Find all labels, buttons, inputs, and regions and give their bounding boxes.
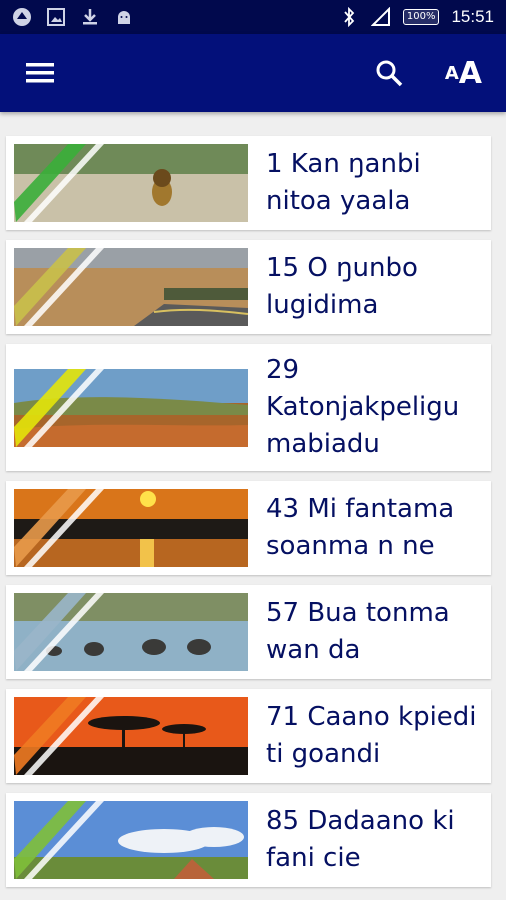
status-bar: 100% 15:51 xyxy=(0,0,506,34)
thumbnail-hills xyxy=(14,368,248,447)
item-title: 1 Kan ŋanbi nitoa yaala xyxy=(266,149,421,216)
signal-icon xyxy=(370,7,391,27)
list-item[interactable]: 57 Bua tonma wan da xyxy=(6,585,491,679)
list-item[interactable]: 43 Mi fantama soanma n ne xyxy=(6,481,491,575)
image-icon xyxy=(46,7,66,27)
item-title: 85 Dadaano ki fani cie xyxy=(266,806,455,873)
thumbnail-acacia-sunset xyxy=(14,697,248,775)
item-title: 71 Caano kpiedi ti goandi xyxy=(266,702,477,769)
app-bar: AA xyxy=(0,34,506,112)
thumbnail-sunset-river xyxy=(14,489,248,567)
font-size-big-label: A xyxy=(458,55,482,91)
list-item[interactable]: 85 Dadaano ki fani cie xyxy=(6,793,491,887)
list-item[interactable]: 71 Caano kpiedi ti goandi xyxy=(6,689,491,783)
hamburger-menu-icon[interactable] xyxy=(24,57,56,89)
font-size-small-label: A xyxy=(444,62,459,84)
list-item[interactable]: 15 O ŋunbo lugidima xyxy=(6,240,491,334)
item-title: 29 Katonjakpeligu mabiadu xyxy=(266,355,460,459)
search-icon[interactable] xyxy=(375,59,403,87)
download-icon xyxy=(80,7,100,27)
app-icon xyxy=(12,7,32,27)
list-item[interactable]: 1 Kan ŋanbi nitoa yaala xyxy=(6,136,491,230)
chapter-list: 1 Kan ŋanbi nitoa yaala 15 O ŋunbo lugid… xyxy=(6,136,491,897)
font-size-button[interactable]: AA xyxy=(445,56,482,91)
thumbnail-road xyxy=(14,248,248,326)
app-bar-actions: AA xyxy=(375,56,482,91)
status-left-icons xyxy=(12,7,134,27)
battery-icon: 100% xyxy=(402,9,440,25)
android-icon xyxy=(114,7,134,27)
thumbnail-lion xyxy=(14,144,248,222)
status-right-icons: 100% 15:51 xyxy=(339,7,494,27)
bluetooth-icon xyxy=(339,7,359,27)
item-title: 57 Bua tonma wan da xyxy=(266,598,450,665)
item-title: 43 Mi fantama soanma n ne xyxy=(266,494,455,561)
thumbnail-elephants xyxy=(14,593,248,671)
status-time: 15:51 xyxy=(451,7,494,26)
thumbnail-savanna-sky xyxy=(14,801,248,879)
item-title: 15 O ŋunbo lugidima xyxy=(266,253,418,320)
list-item[interactable]: 29 Katonjakpeligu mabiadu xyxy=(6,344,491,471)
